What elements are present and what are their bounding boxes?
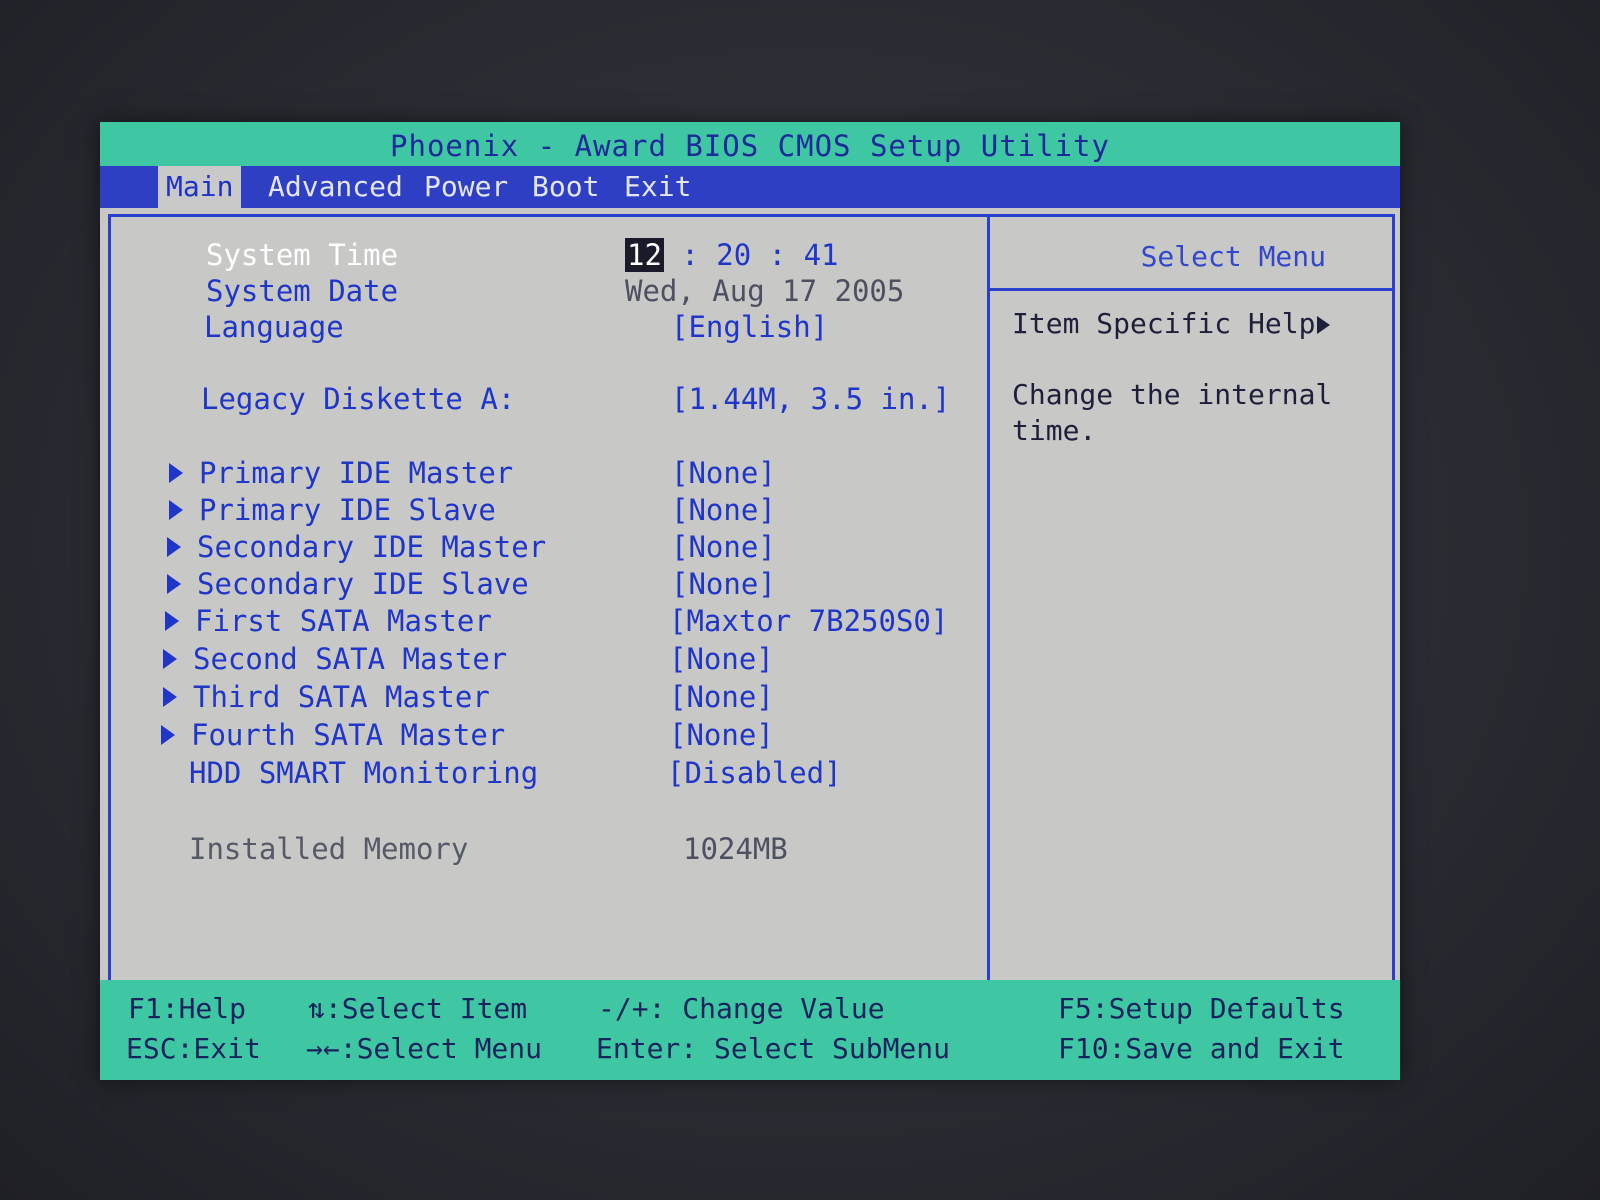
- language-value[interactable]: [English]: [671, 309, 828, 345]
- bios-title: Phoenix - Award BIOS CMOS Setup Utility: [100, 122, 1400, 166]
- diskette-label: Legacy Diskette A:: [201, 382, 516, 416]
- hdd-smart-row[interactable]: HDD SMART Monitoring [Disabled]: [111, 755, 987, 791]
- key-enter-submenu: Enter: Select SubMenu: [596, 1032, 951, 1065]
- submenu-arrow-icon: [163, 687, 177, 707]
- device-label: Primary IDE Slave: [199, 493, 496, 527]
- device-row[interactable]: Second SATA Master [None]: [111, 641, 987, 677]
- language-row[interactable]: Language [English]: [111, 309, 987, 345]
- device-label: Secondary IDE Master: [197, 530, 547, 564]
- device-row[interactable]: First SATA Master [Maxtor 7B250S0]: [111, 603, 987, 639]
- key-legend: F1:Help ESC:Exit ⇅:Select Item →←:Select…: [100, 980, 1400, 1080]
- device-row[interactable]: Fourth SATA Master [None]: [111, 717, 987, 753]
- help-header: Select Menu: [990, 217, 1392, 291]
- menu-bar: Main Advanced Power Boot Exit: [100, 166, 1400, 208]
- installed-memory-row: Installed Memory 1024MB: [111, 831, 987, 867]
- key-f5-defaults: F5:Setup Defaults: [1058, 992, 1345, 1025]
- key-select-item: ⇅:Select Item: [308, 992, 528, 1025]
- help-subheader-text: Item Specific Help: [1012, 307, 1316, 340]
- help-panel: Select Menu Item Specific Help Change th…: [987, 214, 1395, 1070]
- device-row[interactable]: Secondary IDE Master [None]: [111, 529, 987, 565]
- device-value: [None]: [671, 530, 776, 564]
- device-value: [None]: [669, 680, 774, 714]
- submenu-arrow-icon: [167, 537, 181, 557]
- system-date-row[interactable]: System Date Wed, Aug 17 2005: [111, 273, 987, 309]
- device-label: Third SATA Master: [193, 680, 490, 714]
- diskette-value[interactable]: [1.44M, 3.5 in.]: [671, 381, 950, 417]
- device-value: [None]: [671, 567, 776, 601]
- device-value: [None]: [669, 642, 774, 676]
- installed-memory-value: 1024MB: [683, 832, 788, 866]
- system-time-row[interactable]: System Time 12 : 20 : 41: [111, 237, 987, 273]
- device-row[interactable]: Primary IDE Master [None]: [111, 455, 987, 491]
- hdd-smart-value[interactable]: [Disabled]: [667, 755, 842, 791]
- key-f10-save-exit: F10:Save and Exit: [1058, 1032, 1345, 1065]
- system-date-value[interactable]: Wed, Aug 17 2005: [625, 273, 904, 309]
- key-select-menu: →←:Select Menu: [306, 1032, 543, 1065]
- device-value: [None]: [669, 718, 774, 752]
- help-subheader: Item Specific Help: [1012, 307, 1331, 340]
- menu-exit[interactable]: Exit: [616, 166, 699, 208]
- diskette-row[interactable]: Legacy Diskette A: [1.44M, 3.5 in.]: [111, 381, 987, 417]
- submenu-arrow-icon: [163, 649, 177, 669]
- submenu-arrow-icon: [161, 725, 175, 745]
- device-label: Secondary IDE Slave: [197, 567, 529, 601]
- submenu-arrow-icon: [169, 500, 183, 520]
- device-label: Second SATA Master: [193, 642, 508, 676]
- system-time-value[interactable]: 12 : 20 : 41: [625, 237, 839, 273]
- system-time-label: System Time: [206, 238, 399, 272]
- help-text: Change the internal time.: [1012, 378, 1333, 447]
- key-change-value: -/+: Change Value: [598, 992, 885, 1025]
- menu-boot[interactable]: Boot: [524, 166, 607, 208]
- hdd-smart-label: HDD SMART Monitoring: [189, 756, 539, 790]
- bios-screen: Phoenix - Award BIOS CMOS Setup Utility …: [100, 122, 1400, 1080]
- submenu-arrow-icon: [167, 574, 181, 594]
- key-esc-exit: ESC:Exit: [126, 1032, 261, 1065]
- hour-field[interactable]: 12: [625, 238, 664, 272]
- menu-advanced[interactable]: Advanced: [260, 166, 411, 208]
- language-label: Language: [204, 310, 344, 344]
- device-label: Fourth SATA Master: [191, 718, 506, 752]
- menu-main[interactable]: Main: [158, 166, 242, 208]
- device-label: Primary IDE Master: [199, 456, 514, 490]
- device-row[interactable]: Third SATA Master [None]: [111, 679, 987, 715]
- device-value: [Maxtor 7B250S0]: [669, 604, 949, 638]
- minutes-seconds: : 20 : 41: [663, 238, 839, 272]
- installed-memory-label: Installed Memory: [189, 832, 469, 866]
- main-settings-panel: System Time 12 : 20 : 41 System Date Wed…: [108, 214, 990, 1070]
- menu-power[interactable]: Power: [416, 166, 516, 208]
- device-row[interactable]: Secondary IDE Slave [None]: [111, 566, 987, 602]
- device-value: [None]: [671, 456, 776, 490]
- submenu-arrow-icon: [169, 463, 183, 483]
- submenu-arrow-icon: [165, 611, 179, 631]
- device-row[interactable]: Primary IDE Slave [None]: [111, 492, 987, 528]
- device-label: First SATA Master: [195, 604, 492, 638]
- device-value: [None]: [671, 493, 776, 527]
- triangle-right-icon: [1317, 316, 1331, 334]
- system-date-label: System Date: [206, 274, 399, 308]
- key-f1-help: F1:Help: [128, 992, 247, 1025]
